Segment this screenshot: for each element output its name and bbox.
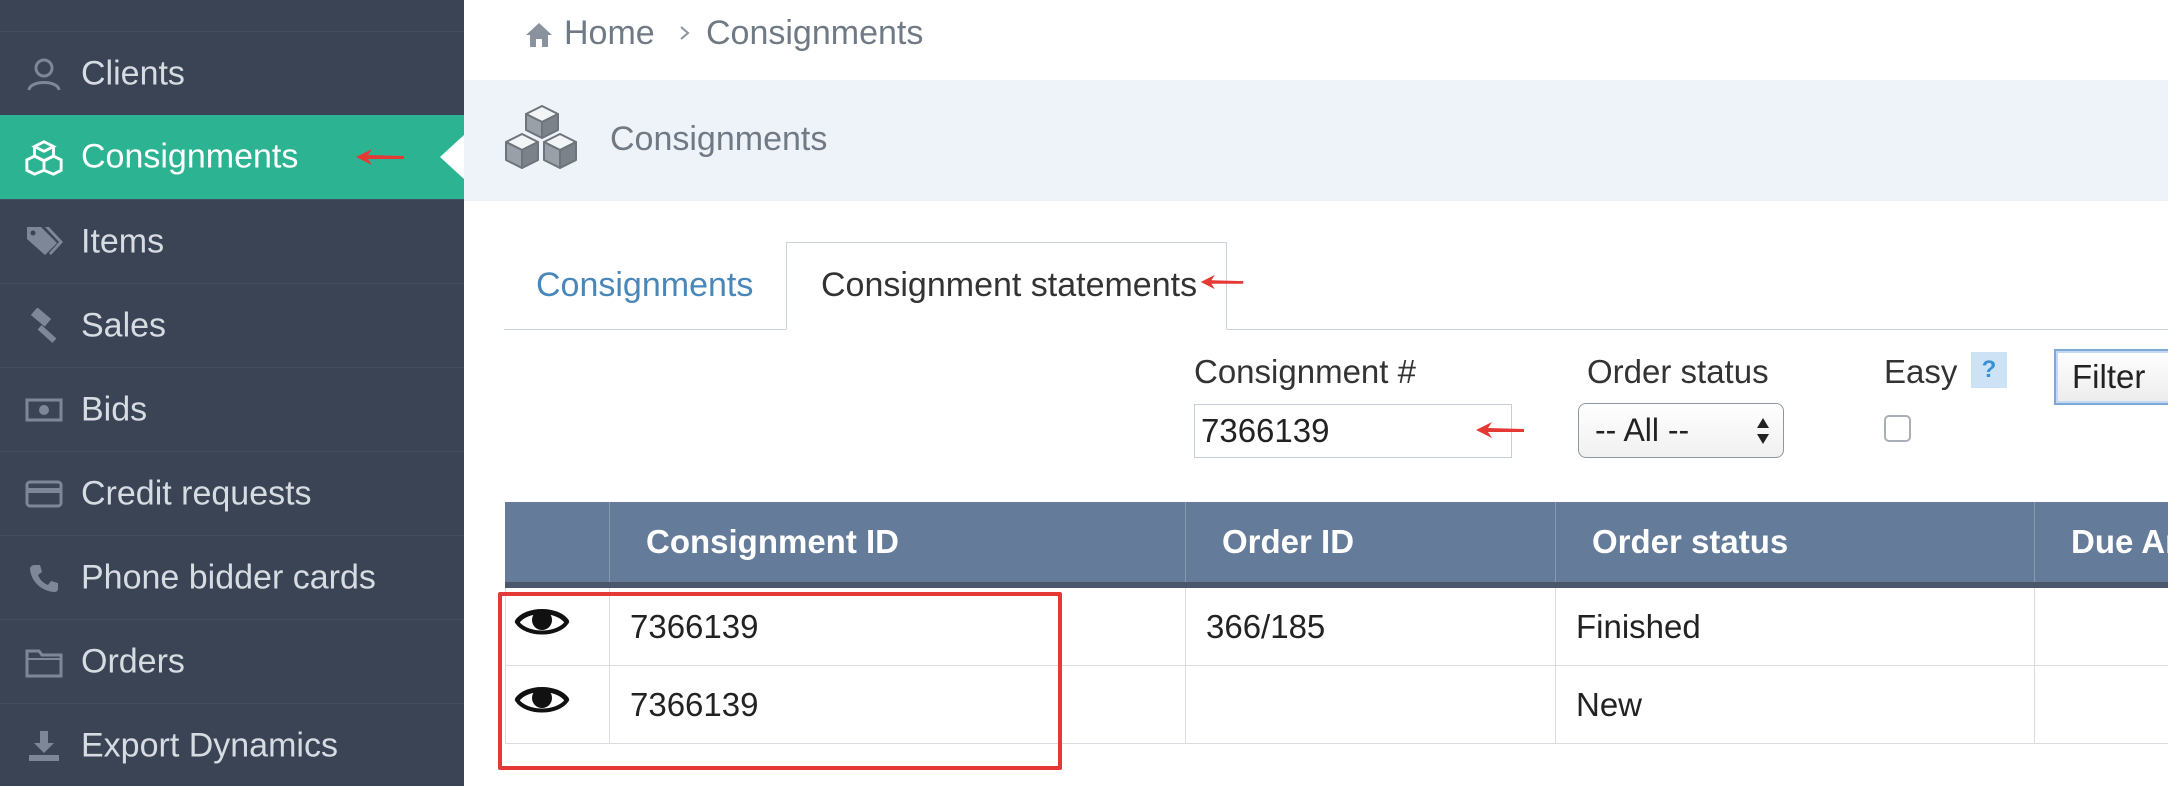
breadcrumb-home-link[interactable]: Home [564,14,655,53]
sidebar-item-export-dynamics[interactable]: Export Dynamics [0,703,464,787]
column-header-consignment-id[interactable]: Consignment ID [609,502,1185,588]
column-header-label: Order ID [1222,523,1355,560]
tab-consignments[interactable]: Consignments [504,242,786,330]
table-header: Consignment ID Order ID Order status Due… [505,502,2168,588]
table-cell-order-status: Finished [1555,588,2034,666]
order-status-label: Order status [1587,353,1769,390]
column-header-order-status[interactable]: Order status [1555,502,2034,588]
breadcrumb: Home Consignments [464,0,2168,80]
table-cell-order-id [1185,666,1555,744]
order-status-select[interactable]: -- All -- [1578,403,1784,458]
credit-card-icon [24,474,64,514]
folder-icon [24,642,64,682]
sidebar-item-label: Export Dynamics [81,726,338,764]
column-header-label: Order status [1592,523,1789,560]
sidebar-item-sales[interactable]: Sales [0,283,464,367]
sidebar-item-orders[interactable]: Orders [0,619,464,703]
sidebar-item-bids[interactable]: Bids [0,367,464,451]
money-icon [24,390,64,430]
sidebar-item-items[interactable]: Items [0,199,464,283]
filter-button[interactable]: Filter [2054,349,2168,405]
annotation-highlight-box [498,592,1062,770]
download-icon [24,726,64,766]
sidebar-item-credit-requests[interactable]: Credit requests [0,451,464,535]
active-indicator [440,135,464,179]
tab-consignment-statements[interactable]: Consignment statements [786,242,1227,330]
tags-icon [24,222,64,262]
grid-icon [26,0,62,12]
column-header-label: Consignment ID [646,523,899,560]
user-icon [24,54,64,94]
sidebar-item-clients[interactable]: Clients [0,31,464,115]
sidebar-item-label: Phone bidder cards [81,558,376,596]
column-header-label: Due Ar [2071,523,2168,560]
easy-label: Easy [1884,353,1958,390]
annotation-arrow [1476,422,1524,438]
sidebar-item-partial[interactable] [0,0,464,30]
annotation-arrow [1200,274,1244,290]
sidebar-item-label: Orders [81,642,185,680]
phone-icon [24,558,64,598]
column-header-order-id[interactable]: Order ID [1185,502,1555,588]
cubes-icon [24,137,64,177]
cubes-icon [505,105,577,169]
table-cell-due-amount [2034,588,2168,666]
sidebar-item-consignments[interactable]: Consignments [0,115,464,199]
sidebar-item-label: Items [81,222,165,260]
sidebar-item-label: Credit requests [81,474,312,512]
help-icon[interactable]: ? [1971,352,2007,388]
consignment-number-input[interactable] [1194,404,1512,458]
consignment-number-label: Consignment # [1194,353,1416,390]
sidebar-item-phone-bidder-cards[interactable]: Phone bidder cards [0,535,464,619]
easy-checkbox[interactable] [1884,415,1911,442]
home-icon [526,23,552,47]
page-title: Consignments [610,120,828,158]
table-cell-due-amount [2034,666,2168,744]
tab-bar: Consignments Consignment statements [504,242,2168,330]
page-header: Consignments [464,80,2168,201]
annotation-arrow [356,149,404,165]
table-cell-order-id: 366/185 [1185,588,1555,666]
table-cell-order-status: New [1555,666,2034,744]
column-header-actions [505,502,609,588]
column-header-due-amount[interactable]: Due Ar [2034,502,2168,588]
sidebar-item-label: Clients [81,54,185,92]
sidebar-item-label: Consignments [81,137,299,176]
tab-label: Consignment statements [821,266,1198,304]
sidebar-item-label: Bids [81,390,148,428]
tab-label: Consignments [536,266,754,304]
sidebar-item-label: Sales [81,306,167,344]
chevron-right-icon [680,26,690,40]
select-arrows-icon [1757,418,1769,444]
gavel-icon [24,306,64,346]
breadcrumb-current: Consignments [706,14,924,52]
sidebar: Clients Consignments Items Sales Bids Cr… [0,0,464,786]
order-status-selected: -- All -- [1595,412,1690,448]
